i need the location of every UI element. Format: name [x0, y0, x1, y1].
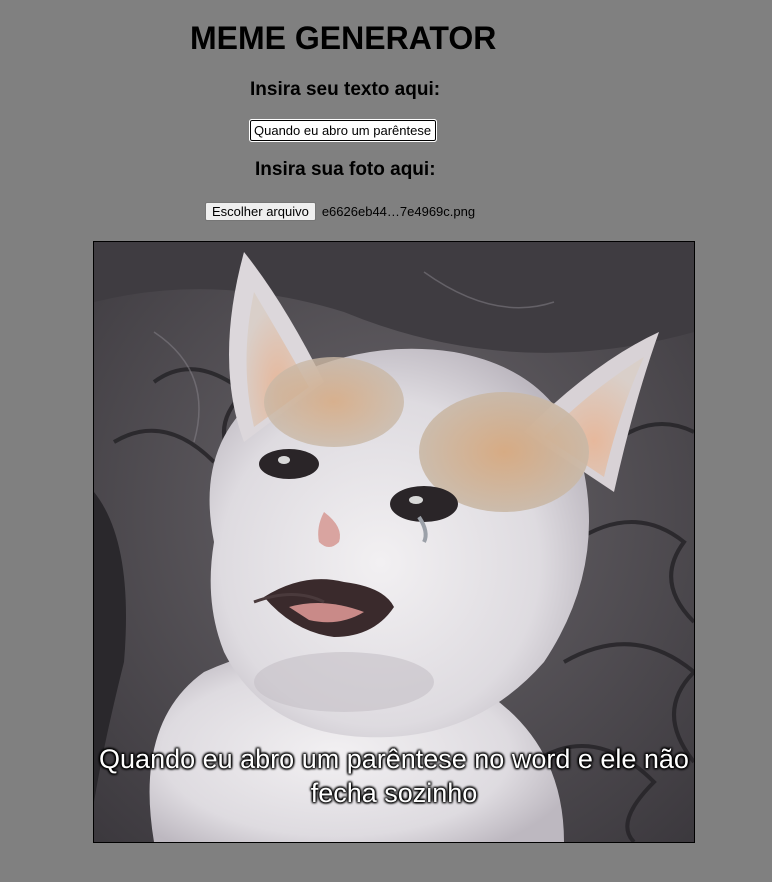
file-picker[interactable]: Escolher arquivo e6626eb44…7e4969c.png: [205, 201, 475, 221]
selected-file-name: e6626eb44…7e4969c.png: [321, 203, 476, 219]
choose-file-button[interactable]: Escolher arquivo: [205, 201, 316, 221]
text-input-label: Insira seu texto aqui:: [250, 79, 441, 100]
page-title: MEME GENERATOR: [190, 20, 497, 56]
meme-text-input[interactable]: [249, 119, 437, 142]
meme-preview: Quando eu abro um parêntese no word e el…: [93, 241, 695, 843]
meme-caption: Quando eu abro um parêntese no word e el…: [99, 744, 689, 808]
photo-input-label: Insira sua foto aqui:: [255, 159, 436, 180]
